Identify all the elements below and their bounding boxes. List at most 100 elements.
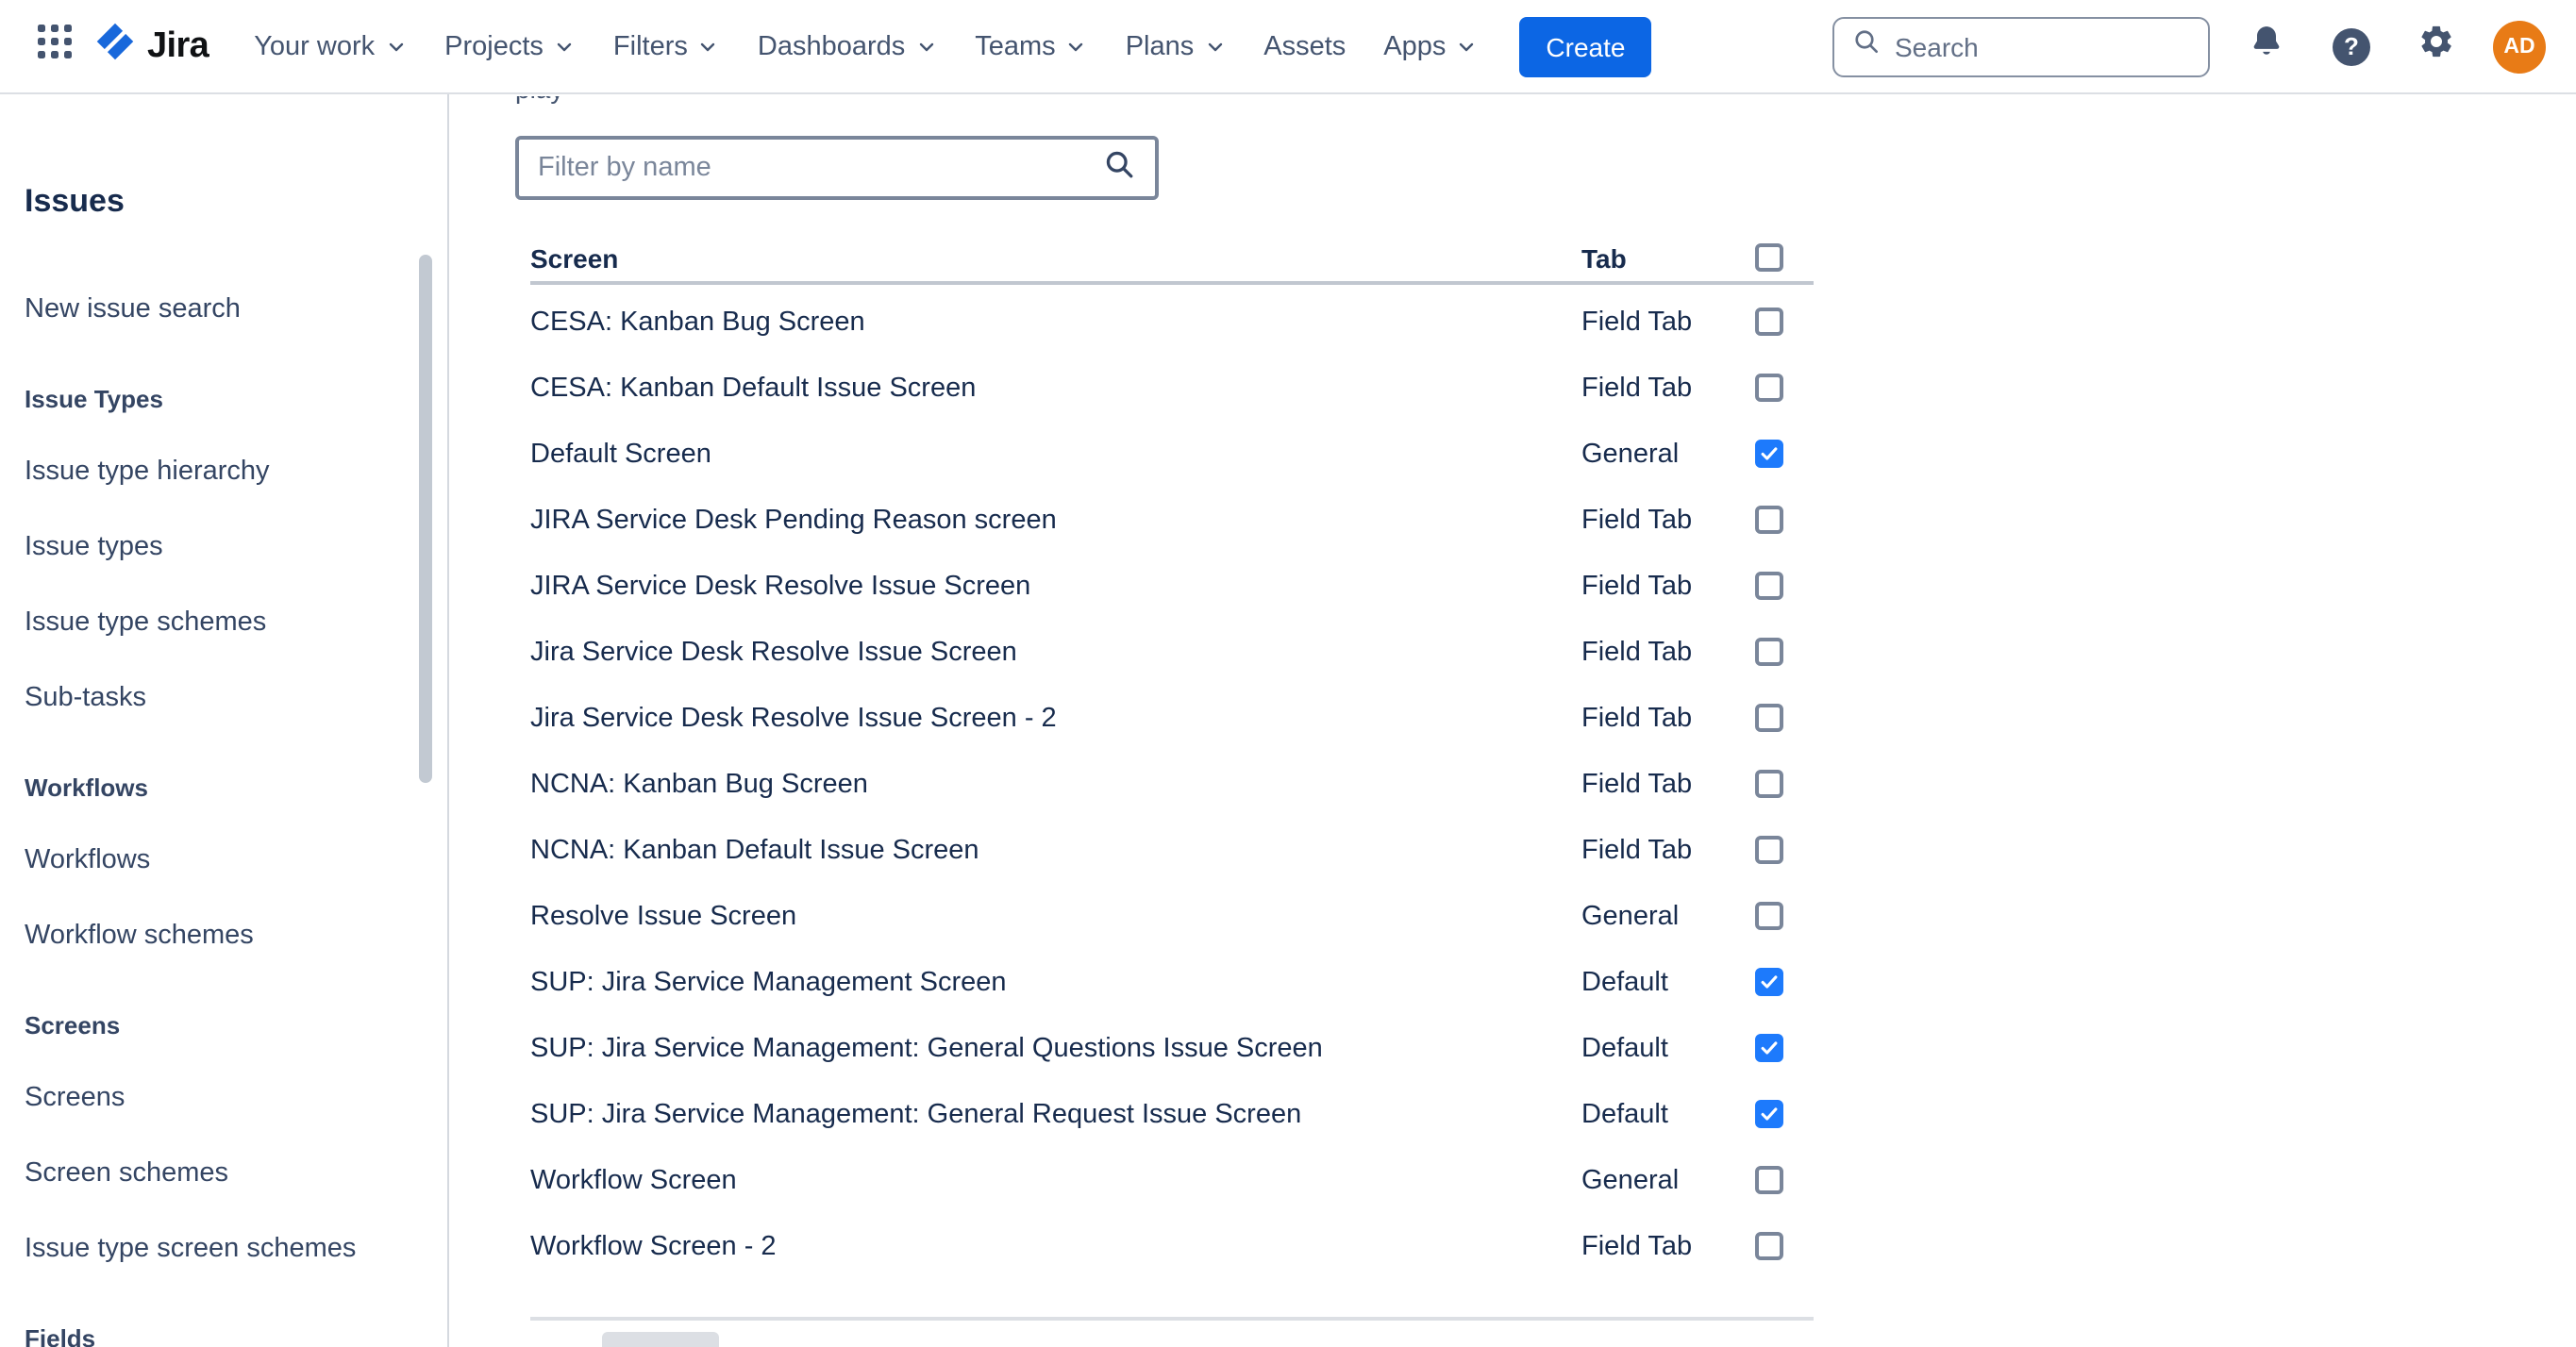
row-checkbox[interactable] bbox=[1755, 638, 1783, 666]
checkbox-cell bbox=[1755, 1034, 1814, 1062]
jira-logo-icon bbox=[94, 21, 136, 72]
screen-name-cell: CESA: Kanban Default Issue Screen bbox=[530, 373, 1581, 403]
clipped-text-fragment: play bbox=[515, 96, 563, 108]
tab-cell: Default bbox=[1581, 967, 1755, 997]
tab-cell: General bbox=[1581, 439, 1755, 469]
tab-cell: Field Tab bbox=[1581, 637, 1755, 667]
row-checkbox[interactable] bbox=[1755, 1232, 1783, 1260]
tab-cell: Field Tab bbox=[1581, 571, 1755, 601]
checkbox-cell bbox=[1755, 308, 1814, 336]
screen-name-cell: Resolve Issue Screen bbox=[530, 901, 1581, 931]
row-checkbox[interactable] bbox=[1755, 704, 1783, 732]
table-row: CESA: Kanban Bug ScreenField Tab bbox=[530, 289, 1814, 355]
screen-name-cell: Jira Service Desk Resolve Issue Screen bbox=[530, 637, 1581, 667]
row-checkbox[interactable] bbox=[1755, 968, 1783, 996]
sidebar-scrollbar[interactable] bbox=[419, 255, 432, 783]
global-search[interactable] bbox=[1832, 16, 2210, 76]
table-row: Workflow Screen - 2Field Tab bbox=[530, 1213, 1814, 1279]
filter-input[interactable] bbox=[538, 153, 1102, 183]
sidebar-heading: Issues bbox=[25, 181, 406, 223]
row-checkbox[interactable] bbox=[1755, 1034, 1783, 1062]
row-checkbox[interactable] bbox=[1755, 506, 1783, 534]
top-navbar: Jira Your work Projects Filters Dashboards T… bbox=[0, 0, 2576, 94]
jira-logo[interactable]: Jira bbox=[94, 21, 209, 72]
sidebar-item-workflow-schemes[interactable]: Workflow schemes bbox=[25, 917, 406, 955]
nav-item-dashboards[interactable]: Dashboards bbox=[758, 31, 937, 61]
nav-item-plans[interactable]: Plans bbox=[1126, 31, 1227, 61]
create-button[interactable]: Create bbox=[1519, 16, 1651, 76]
tab-cell: Default bbox=[1581, 1099, 1755, 1129]
notifications-button[interactable] bbox=[2238, 18, 2295, 75]
jira-admin-screens-page: Jira Your work Projects Filters Dashboards T… bbox=[0, 0, 2576, 1347]
table-bottom-divider bbox=[530, 1317, 1814, 1321]
search-input[interactable] bbox=[1895, 31, 2191, 61]
chevron-down-icon bbox=[1065, 35, 1088, 58]
filter-field[interactable] bbox=[515, 136, 1159, 200]
sidebar-item-workflows[interactable]: Workflows bbox=[25, 841, 406, 879]
nav-item-your-work[interactable]: Your work bbox=[254, 31, 407, 61]
header-checkbox[interactable] bbox=[1755, 243, 1783, 272]
chevron-down-icon bbox=[914, 35, 937, 58]
chevron-down-icon bbox=[384, 35, 407, 58]
sidebar-item-issue-types[interactable]: Issue types bbox=[25, 528, 406, 566]
nav-item-label: Projects bbox=[444, 31, 544, 61]
row-checkbox[interactable] bbox=[1755, 902, 1783, 930]
sidebar-item-issue-type-hierarchy[interactable]: Issue type hierarchy bbox=[25, 453, 406, 491]
nav-item-apps[interactable]: Apps bbox=[1383, 31, 1478, 61]
app-grid-icon bbox=[37, 24, 73, 69]
screen-name-cell: Default Screen bbox=[530, 439, 1581, 469]
sidebar-item-issue-type-screen-schemes[interactable]: Issue type screen schemes bbox=[25, 1230, 406, 1268]
settings-button[interactable] bbox=[2408, 18, 2465, 75]
jira-logo-text: Jira bbox=[147, 25, 209, 67]
nav-item-label: Apps bbox=[1383, 31, 1446, 61]
row-checkbox[interactable] bbox=[1755, 374, 1783, 402]
user-avatar[interactable]: AD bbox=[2493, 20, 2546, 73]
app-switcher-button[interactable] bbox=[26, 18, 83, 75]
sidebar-item-screen-schemes[interactable]: Screen schemes bbox=[25, 1155, 406, 1192]
table-row: Resolve Issue ScreenGeneral bbox=[530, 883, 1814, 949]
tab-cell: Field Tab bbox=[1581, 703, 1755, 733]
nav-item-label: Your work bbox=[254, 31, 375, 61]
row-checkbox[interactable] bbox=[1755, 308, 1783, 336]
row-checkbox[interactable] bbox=[1755, 1166, 1783, 1194]
sidebar-item-screens[interactable]: Screens bbox=[25, 1079, 406, 1117]
sidebar-item-new-issue-search[interactable]: New issue search bbox=[25, 291, 406, 328]
tab-cell: Field Tab bbox=[1581, 373, 1755, 403]
help-button[interactable]: ? bbox=[2323, 18, 2380, 75]
table-row: CESA: Kanban Default Issue ScreenField T… bbox=[530, 355, 1814, 421]
sidebar-item-issue-type-schemes[interactable]: Issue type schemes bbox=[25, 604, 406, 641]
chevron-down-icon bbox=[1203, 35, 1226, 58]
screen-name-cell: NCNA: Kanban Default Issue Screen bbox=[530, 835, 1581, 865]
filter-search-icon bbox=[1102, 146, 1136, 190]
tab-cell: Field Tab bbox=[1581, 769, 1755, 799]
nav-item-teams[interactable]: Teams bbox=[975, 31, 1087, 61]
nav-item-assets[interactable]: Assets bbox=[1263, 31, 1346, 61]
row-checkbox[interactable] bbox=[1755, 1100, 1783, 1128]
tab-cell: Default bbox=[1581, 1033, 1755, 1063]
checkbox-cell bbox=[1755, 1232, 1814, 1260]
search-icon bbox=[1851, 26, 1882, 66]
navbar-right-cluster: ? AD bbox=[1832, 16, 2546, 76]
table-row: JIRA Service Desk Resolve Issue ScreenFi… bbox=[530, 553, 1814, 619]
header-checkbox-slot bbox=[1755, 243, 1814, 272]
table-row: Jira Service Desk Resolve Issue ScreenFi… bbox=[530, 619, 1814, 685]
nav-item-label: Filters bbox=[613, 31, 688, 61]
row-checkbox[interactable] bbox=[1755, 440, 1783, 468]
screen-name-cell: CESA: Kanban Bug Screen bbox=[530, 307, 1581, 337]
sidebar-item-sub-tasks[interactable]: Sub-tasks bbox=[25, 679, 406, 717]
sidebar-section-screens: Screens bbox=[25, 1011, 406, 1041]
checkbox-cell bbox=[1755, 704, 1814, 732]
partially-visible-button[interactable] bbox=[602, 1332, 719, 1347]
checkbox-cell bbox=[1755, 968, 1814, 996]
nav-item-label: Dashboards bbox=[758, 31, 905, 61]
table-row: SUP: Jira Service Management ScreenDefau… bbox=[530, 949, 1814, 1015]
row-checkbox[interactable] bbox=[1755, 770, 1783, 798]
row-checkbox[interactable] bbox=[1755, 836, 1783, 864]
nav-item-projects[interactable]: Projects bbox=[444, 31, 576, 61]
nav-item-filters[interactable]: Filters bbox=[613, 31, 720, 61]
screens-table-rows: CESA: Kanban Bug ScreenField TabCESA: Ka… bbox=[530, 289, 1814, 1279]
tab-cell: Field Tab bbox=[1581, 1231, 1755, 1261]
row-checkbox[interactable] bbox=[1755, 572, 1783, 600]
checkbox-cell bbox=[1755, 440, 1814, 468]
checkbox-cell bbox=[1755, 374, 1814, 402]
